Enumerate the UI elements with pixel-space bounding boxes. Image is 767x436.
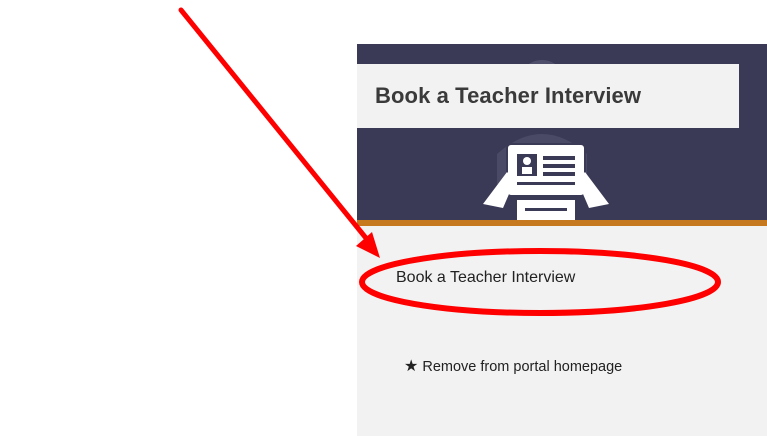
star-icon: ★: [404, 358, 419, 375]
book-teacher-interview-link[interactable]: Book a Teacher Interview: [396, 269, 575, 287]
accent-stripe: [357, 220, 767, 226]
portal-card: Book a Teacher Interview Book a Teacher …: [357, 44, 767, 436]
card-banner: Book a Teacher Interview: [357, 44, 767, 220]
remove-from-homepage-label: Remove from portal homepage: [422, 359, 623, 375]
annotation-arrow-shaft: [178, 7, 373, 246]
card-title: Book a Teacher Interview: [375, 83, 642, 108]
card-title-box: Book a Teacher Interview: [357, 64, 739, 128]
remove-from-homepage-link[interactable]: ★ Remove from portal homepage: [404, 356, 622, 376]
